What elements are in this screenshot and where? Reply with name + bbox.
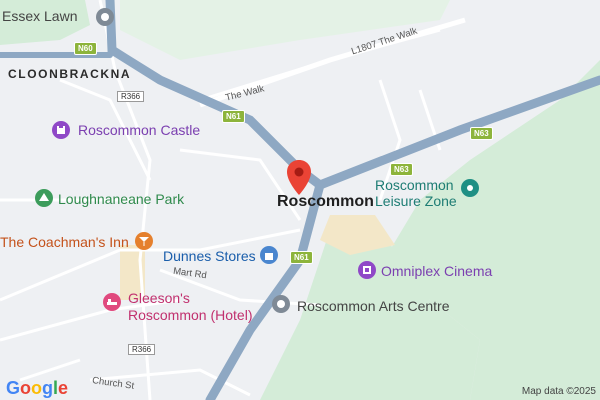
shield-n63-b: N63 xyxy=(390,163,413,176)
label-leisure-line1[interactable]: Roscommon xyxy=(375,177,454,194)
label-cloonbrackna: CLOONBRACKNA xyxy=(8,67,132,81)
leisure-zone-icon[interactable] xyxy=(461,179,479,197)
hotel-bed-icon[interactable] xyxy=(103,293,121,311)
shield-n61-b: N61 xyxy=(290,251,313,264)
label-coachmans-inn[interactable]: The Coachman's Inn xyxy=(0,234,129,251)
label-loughnaneane-park[interactable]: Loughnaneane Park xyxy=(58,191,184,208)
label-omniplex-cinema[interactable]: Omniplex Cinema xyxy=(381,263,492,280)
shield-r366-a: R366 xyxy=(117,91,145,102)
cinema-icon[interactable] xyxy=(358,261,376,279)
essex-lawn-icon[interactable] xyxy=(96,8,114,26)
shield-n61-a: N61 xyxy=(222,110,245,123)
label-gleesons-line2[interactable]: Roscommon (Hotel) xyxy=(128,307,252,324)
label-dunnes-stores[interactable]: Dunnes Stores xyxy=(163,248,256,265)
shield-r366-b: R366 xyxy=(128,344,156,355)
shopping-bag-icon[interactable] xyxy=(260,246,278,264)
label-arts-centre[interactable]: Roscommon Arts Centre xyxy=(297,298,450,315)
shield-n63-a: N63 xyxy=(470,127,493,140)
bar-cocktail-icon[interactable] xyxy=(135,232,153,250)
location-pin-icon[interactable] xyxy=(286,160,312,196)
shield-n60: N60 xyxy=(74,42,97,55)
park-tree-icon[interactable] xyxy=(35,189,53,207)
label-roscommon-castle[interactable]: Roscommon Castle xyxy=(78,122,200,139)
label-essex-lawn: Essex Lawn xyxy=(2,8,78,24)
label-leisure-line2[interactable]: Leisure Zone xyxy=(375,193,457,210)
castle-icon[interactable] xyxy=(52,121,70,139)
label-gleesons-line1[interactable]: Gleeson's xyxy=(128,290,190,307)
google-logo: Google xyxy=(6,378,69,398)
map-attribution: Map data ©2025 xyxy=(521,386,596,397)
arts-centre-icon[interactable] xyxy=(272,295,290,313)
